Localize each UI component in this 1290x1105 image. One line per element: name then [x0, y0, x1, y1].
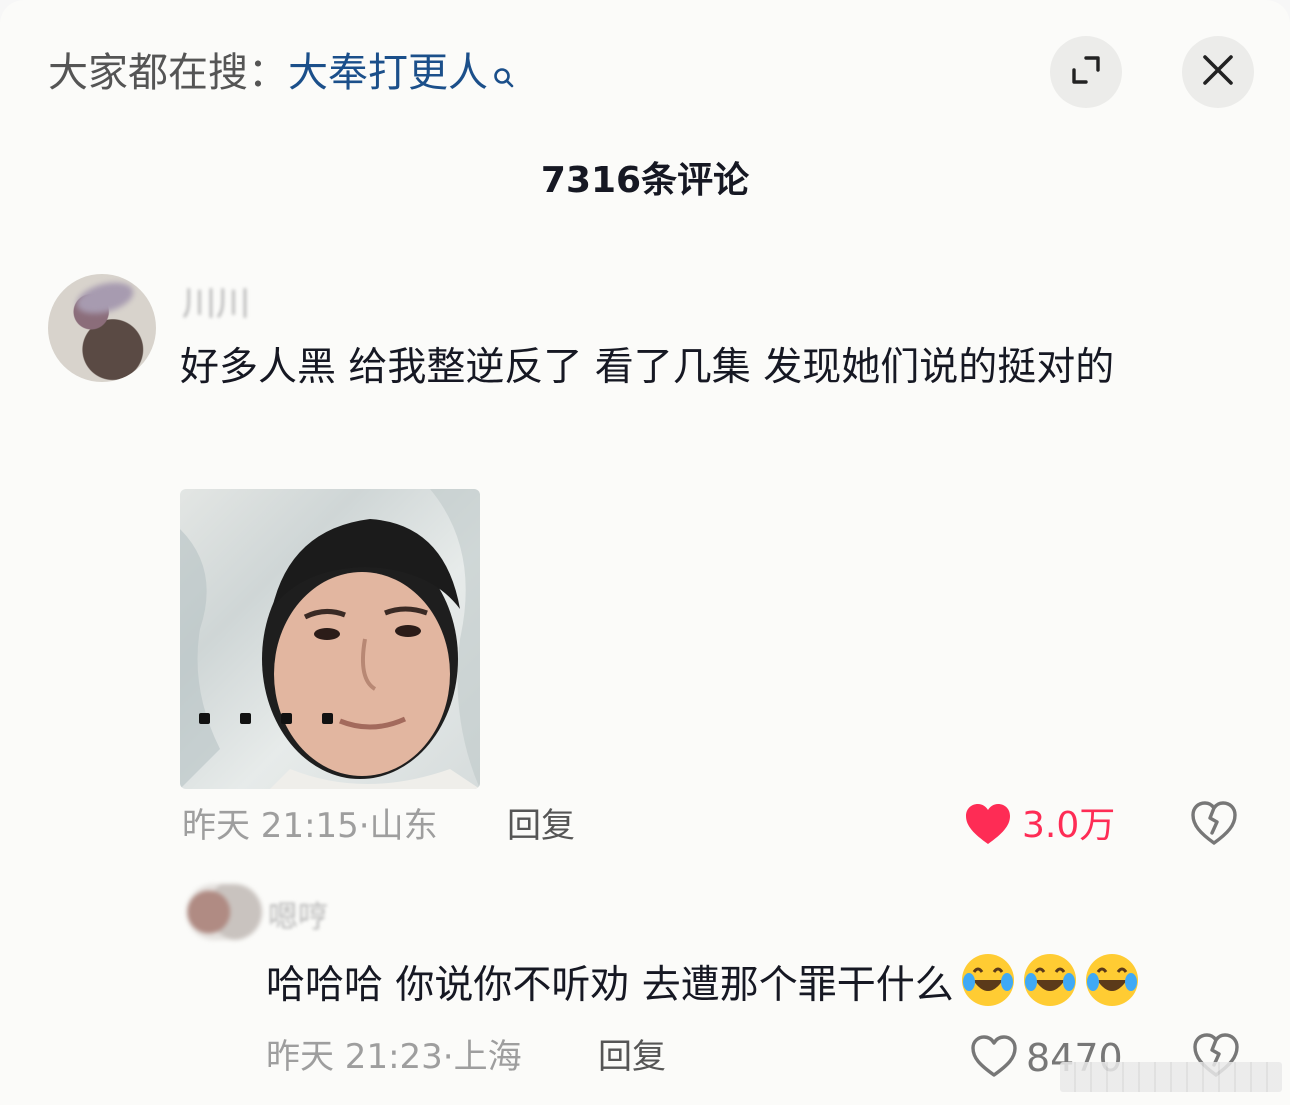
laugh-cry-emoji [1022, 952, 1078, 1008]
meme-image[interactable] [180, 489, 480, 789]
laugh-cry-emoji [1084, 952, 1140, 1008]
broken-heart-icon [1190, 801, 1238, 850]
heart-filled-icon [964, 802, 1012, 850]
close-icon [1201, 53, 1235, 91]
like-count: 3.0万 [1022, 805, 1116, 846]
search-icon [492, 52, 516, 102]
reply-text-line: 哈哈哈 你说你不听劝 去遭那个罪干什么 [266, 950, 1246, 1022]
reply-avatar[interactable] [186, 884, 262, 940]
reply-button[interactable]: 回复 [598, 1035, 666, 1079]
comment-text: 好多人黑 给我整逆反了 看了几集 发现她们说的挺对的 [180, 345, 1115, 390]
reply-meta: 昨天 21:23·上海 [266, 1037, 522, 1077]
watermark [1060, 1062, 1282, 1092]
reply-username[interactable]: 嗯哼 [268, 892, 328, 936]
search-suggestion[interactable]: 大家都在搜：大奉打更人 [48, 48, 516, 102]
expand-icon [1069, 53, 1103, 91]
reply-button[interactable]: 回复 [507, 804, 575, 848]
like-button[interactable]: 3.0万 [964, 800, 1115, 852]
avatar[interactable] [48, 274, 156, 382]
dislike-button[interactable] [1190, 800, 1238, 850]
search-prefix: 大家都在搜： [48, 50, 288, 96]
laugh-cry-emoji [960, 952, 1016, 1008]
comment-meta: 昨天 21:15·山东 [182, 806, 438, 846]
reply-location: 上海 [453, 1037, 522, 1077]
comment-username[interactable]: 川川 [182, 276, 250, 325]
comment-sheet: 大家都在搜：大奉打更人 7316条评论 川川 好多人黑 给我整逆反了 看了几集 … [0, 0, 1290, 1105]
heart-outline-icon [970, 1034, 1018, 1082]
expand-button[interactable] [1050, 36, 1122, 108]
close-button[interactable] [1182, 36, 1254, 108]
search-keyword-link[interactable]: 大奉打更人 [288, 50, 488, 96]
comment-location: 山东 [369, 806, 438, 846]
reply-time: 昨天 21:23 [266, 1037, 443, 1077]
reply-text: 哈哈哈 你说你不听劝 去遭那个罪干什么 [266, 963, 954, 1008]
comment-time: 昨天 21:15 [182, 806, 359, 846]
comment-count-title: 7316条评论 [540, 160, 750, 201]
